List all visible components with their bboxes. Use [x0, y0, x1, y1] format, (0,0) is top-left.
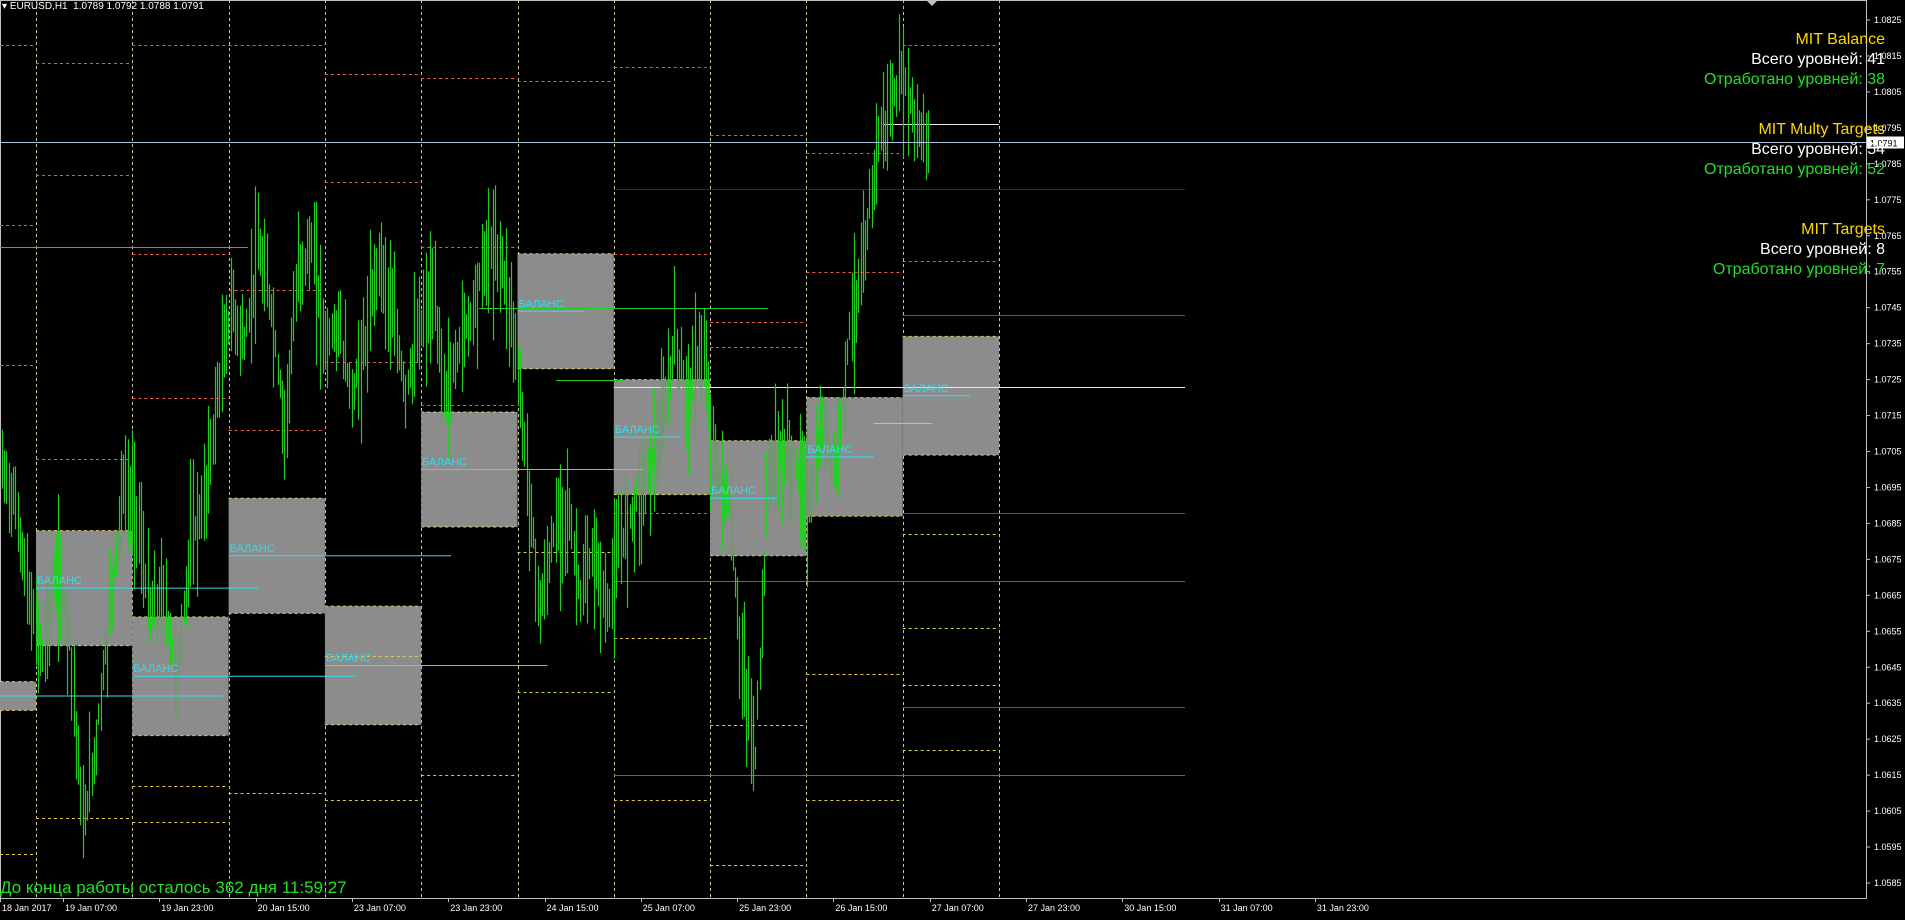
balance-label: БАЛАНС: [519, 298, 564, 310]
balance-label: БАЛАНС: [807, 444, 852, 456]
time-tick-label: 27 Jan 23:00: [1028, 903, 1080, 913]
price-tick-label: 1.0725: [1874, 375, 1902, 385]
panel-mit-multy-targets: MIT Multy Targets Всего уровней: 54 Отра…: [1704, 120, 1885, 180]
symbol-label: EURUSD,H1: [9, 1, 68, 12]
panel-title: MIT Balance: [1795, 31, 1885, 48]
total-levels: Всего уровней: 54: [1751, 141, 1885, 158]
balance-label: БАЛАНС: [711, 485, 756, 497]
price-tick-label: 1.0615: [1874, 770, 1902, 780]
price-tick-label: 1.0655: [1874, 626, 1902, 636]
time-tick-label: 23 Jan 23:00: [450, 903, 502, 913]
price-tick-label: 1.0665: [1874, 590, 1902, 600]
price-tick-label: 1.0745: [1874, 303, 1902, 313]
time-tick-label: 23 Jan 07:00: [354, 903, 406, 913]
price-tick-label: 1.0705: [1874, 447, 1902, 457]
time-tick-label: 20 Jan 15:00: [258, 903, 310, 913]
balance-label: БАЛАНС: [422, 456, 467, 468]
price-tick-label: 1.0595: [1874, 842, 1902, 852]
time-tick-label: 25 Jan 07:00: [643, 903, 695, 913]
time-tick-label: 30 Jan 15:00: [1124, 903, 1176, 913]
price-chart[interactable]: БАЛАНС БАЛАНС БАЛАНС БАЛАНС БАЛАНС БАЛАНС БАЛА…: [0, 0, 1905, 920]
price-tick-label: 1.0645: [1874, 662, 1902, 672]
dropdown-arrow-icon[interactable]: ▾: [2, 1, 7, 12]
symbol-header: ▾ EURUSD,H1 1.0789 1.0792 1.0788 1.0791: [2, 1, 204, 12]
price-tick-label: 1.0675: [1874, 554, 1902, 564]
balance-label: БАЛАНС: [326, 652, 371, 664]
total-levels: Всего уровней: 41: [1751, 51, 1885, 68]
time-tick-label: 24 Jan 15:00: [547, 903, 599, 913]
panel-title: MIT Multy Targets: [1758, 121, 1885, 138]
panel-mit-balance: MIT Balance Всего уровней: 41 Отработано…: [1704, 30, 1885, 90]
price-tick-label: 1.0695: [1874, 482, 1902, 492]
worked-levels: Отработано уровней: 7: [1712, 261, 1885, 278]
price-tick-label: 1.0775: [1874, 195, 1902, 205]
time-tick-label: 27 Jan 07:00: [932, 903, 984, 913]
worked-levels: Отработано уровней: 52: [1704, 161, 1885, 178]
chart-background: [0, 0, 1905, 920]
balance-label: БАЛАНС: [904, 383, 949, 395]
time-tick-label: 31 Jan 23:00: [1317, 903, 1369, 913]
panel-title: MIT Targets: [1801, 221, 1885, 238]
countdown-text: До конца работы осталось 362 дня 11:59:2…: [0, 878, 347, 897]
price-tick-label: 1.0605: [1874, 806, 1902, 816]
time-tick-label: 25 Jan 23:00: [739, 903, 791, 913]
balance-label: БАЛАНС: [133, 663, 178, 675]
balance-label: БАЛАНС: [37, 575, 82, 587]
ohlc-values: 1.0789 1.0792 1.0788 1.0791: [73, 1, 204, 12]
price-tick-label: 1.0585: [1874, 878, 1902, 888]
price-tick-label: 1.0715: [1874, 411, 1902, 421]
balance-label: БАЛАНС: [615, 424, 660, 436]
price-tick-label: 1.0735: [1874, 339, 1902, 349]
time-tick-label: 31 Jan 07:00: [1221, 903, 1273, 913]
time-tick-label: 19 Jan 23:00: [161, 903, 213, 913]
time-tick-label: 18 Jan 2017: [2, 903, 52, 913]
price-tick-label: 1.0685: [1874, 518, 1902, 528]
balance-label: БАЛАНС: [230, 543, 275, 555]
price-tick-label: 1.0635: [1874, 698, 1902, 708]
time-tick-label: 26 Jan 15:00: [835, 903, 887, 913]
worked-levels: Отработано уровней: 38: [1704, 71, 1885, 88]
total-levels: Всего уровней: 8: [1760, 241, 1885, 258]
time-tick-label: 19 Jan 07:00: [65, 903, 117, 913]
price-tick-label: 1.0625: [1874, 734, 1902, 744]
panel-mit-targets: MIT Targets Всего уровней: 8 Отработано …: [1713, 220, 1885, 280]
price-tick-label: 1.0825: [1874, 15, 1902, 25]
